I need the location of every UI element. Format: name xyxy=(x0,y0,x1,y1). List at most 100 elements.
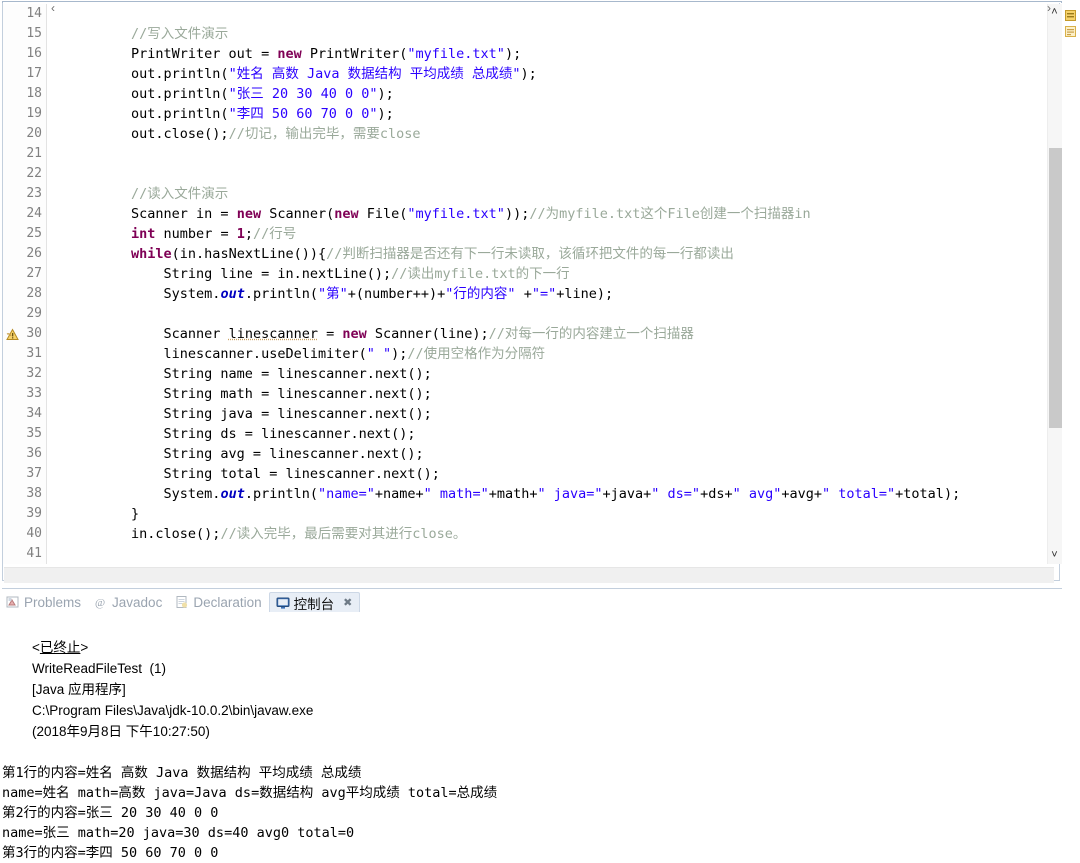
code-token: String name = linescanner.next(); xyxy=(66,366,432,382)
code-token: "myfile.txt" xyxy=(407,206,505,222)
code-line[interactable] xyxy=(48,4,1044,24)
code-line[interactable]: out.println("姓名 高数 Java 数据结构 平均成绩 总成绩"); xyxy=(48,64,1044,84)
panel-tab-bar: Problems @ Javadoc Declaration 控制台 ✖ xyxy=(0,590,1080,614)
code-token: System. xyxy=(66,286,221,302)
code-line[interactable]: linescanner.useDelimiter(" ");//使用空格作为分隔… xyxy=(48,344,1044,364)
source-code-area[interactable]: //写入文件演示 PrintWriter out = new PrintWrit… xyxy=(48,4,1044,564)
code-token: " ds=" xyxy=(651,486,701,502)
line-number: 31 xyxy=(26,346,42,361)
code-line[interactable]: String avg = linescanner.next(); xyxy=(48,444,1044,464)
code-token: "李四 50 60 70 0 0" xyxy=(228,106,378,122)
tab-javadoc[interactable]: @ Javadoc xyxy=(88,592,169,612)
code-token: "张三 20 30 40 0 0" xyxy=(228,86,378,102)
code-token: String math = linescanner.next(); xyxy=(66,386,432,402)
code-token: String line = in.nextLine(); xyxy=(66,266,392,282)
declaration-icon xyxy=(175,595,189,609)
scroll-down-arrow-icon[interactable]: ˅ xyxy=(1047,548,1062,563)
line-number: 22 xyxy=(26,166,42,181)
code-token: PrintWriter out = xyxy=(66,46,278,62)
code-line[interactable] xyxy=(48,544,1044,564)
scroll-left-arrow-icon[interactable]: ‹ xyxy=(44,0,62,16)
code-token: out.close(); xyxy=(66,126,229,142)
code-token: //判断扫描器是否还有下一行未读取，该循环把文件的每一行都读出 xyxy=(326,246,734,262)
code-token: .println( xyxy=(244,486,318,502)
line-number-gutter[interactable]: 14 15 16 17 18 19 20 21 22 23 24 25 26 27 28 29 30 31 32 33… xyxy=(3,4,47,564)
console-output: 第1行的内容=姓名 高数 Java 数据结构 平均成绩 总成绩 name=姓名 m… xyxy=(0,763,1080,863)
code-line[interactable]: String name = linescanner.next(); xyxy=(48,364,1044,384)
close-icon[interactable]: ✖ xyxy=(343,596,352,609)
line-number: 14 xyxy=(26,6,42,21)
code-line[interactable]: } xyxy=(48,504,1044,524)
code-token: new xyxy=(342,326,367,342)
console-launch-header: <已终止> WriteReadFileTest (1) [Java 应用程序] … xyxy=(0,616,1080,763)
line-number: 28 xyxy=(26,286,42,301)
code-token: new xyxy=(334,206,359,222)
code-line[interactable]: //读入文件演示 xyxy=(48,184,1044,204)
code-line[interactable]: String math = linescanner.next(); xyxy=(48,384,1044,404)
code-line[interactable]: String java = linescanner.next(); xyxy=(48,404,1044,424)
code-line[interactable]: out.println("李四 50 60 70 0 0"); xyxy=(48,104,1044,124)
code-line[interactable]: Scanner linescanner = new Scanner(line);… xyxy=(48,324,1044,344)
console-launch-type: [Java 应用程序] xyxy=(32,682,126,697)
code-token: (in.hasNextLine()){ xyxy=(171,246,327,262)
warning-marker-icon[interactable] xyxy=(6,328,19,341)
console-view[interactable]: <已终止> WriteReadFileTest (1) [Java 应用程序] … xyxy=(0,616,1080,863)
editor-horizontal-scrollbar[interactable] xyxy=(4,567,1054,583)
scrollbar-thumb[interactable] xyxy=(1049,148,1062,428)
tab-declaration[interactable]: Declaration xyxy=(169,592,268,612)
code-line[interactable]: int number = 1;//行号 xyxy=(48,224,1044,244)
code-line[interactable] xyxy=(48,164,1044,184)
code-line[interactable]: out.close();//切记，输出完毕，需要close xyxy=(48,124,1044,144)
code-line[interactable]: System.out.println("name="+name+" math="… xyxy=(48,484,1044,504)
line-number: 34 xyxy=(26,406,42,421)
code-line[interactable]: while(in.hasNextLine()){//判断扫描器是否还有下一行未读… xyxy=(48,244,1044,264)
code-line[interactable]: in.close();//读入完毕，最后需要对其进行close。 xyxy=(48,524,1044,544)
code-token: "=" xyxy=(531,286,557,302)
editor-vertical-scrollbar[interactable] xyxy=(1047,4,1062,564)
scroll-right-arrow-icon[interactable]: › xyxy=(1040,0,1058,16)
code-token: Scanner xyxy=(66,326,229,342)
code-token: File( xyxy=(358,206,408,222)
code-line[interactable]: String ds = linescanner.next(); xyxy=(48,424,1044,444)
tab-problems[interactable]: Problems xyxy=(0,592,88,612)
code-line[interactable]: //写入文件演示 xyxy=(48,24,1044,44)
code-token: "name=" xyxy=(317,486,375,502)
code-token: //写入文件演示 xyxy=(131,26,229,42)
line-number: 16 xyxy=(26,46,42,61)
code-token: = xyxy=(317,326,343,342)
console-output-line: name=姓名 math=高数 java=Java ds=数据结构 avg平均成… xyxy=(2,785,498,801)
code-token: ; xyxy=(244,226,253,242)
warning-overview-marker-icon[interactable] xyxy=(1065,8,1076,21)
line-number: 29 xyxy=(26,306,42,321)
code-token: "行的内容" xyxy=(445,286,516,302)
code-token: out.println( xyxy=(66,86,229,102)
code-token: ); xyxy=(520,66,537,82)
tab-label: Declaration xyxy=(193,594,262,610)
code-token: String avg = linescanner.next(); xyxy=(66,446,424,462)
code-line[interactable]: System.out.println("第"+(number++)+"行的内容"… xyxy=(48,284,1044,304)
console-status-badge: <已终止> xyxy=(32,640,89,655)
code-token: out.println( xyxy=(66,66,229,82)
code-token: PrintWriter( xyxy=(301,46,408,62)
code-token: ); xyxy=(504,46,522,62)
task-overview-marker-icon[interactable] xyxy=(1065,24,1076,37)
code-line[interactable]: out.println("张三 20 30 40 0 0"); xyxy=(48,84,1044,104)
tab-console[interactable]: 控制台 ✖ xyxy=(268,592,361,612)
overview-ruler[interactable] xyxy=(1063,2,1079,568)
code-line[interactable] xyxy=(48,304,1044,324)
code-line[interactable]: Scanner in = new Scanner(new File("myfil… xyxy=(48,204,1044,224)
console-launch-name: WriteReadFileTest (1) xyxy=(32,661,167,676)
code-line[interactable] xyxy=(48,144,1044,164)
code-token: number = xyxy=(155,226,237,242)
code-line[interactable]: String total = linescanner.next(); xyxy=(48,464,1044,484)
line-number: 35 xyxy=(26,426,42,441)
code-line[interactable]: PrintWriter out = new PrintWriter("myfil… xyxy=(48,44,1044,64)
code-line[interactable]: String line = in.nextLine();//读出myfile.t… xyxy=(48,264,1044,284)
code-token: //使用空格作为分隔符 xyxy=(407,346,546,362)
line-number: 23 xyxy=(26,186,42,201)
line-number: 26 xyxy=(26,246,42,261)
code-token: int xyxy=(131,226,156,242)
